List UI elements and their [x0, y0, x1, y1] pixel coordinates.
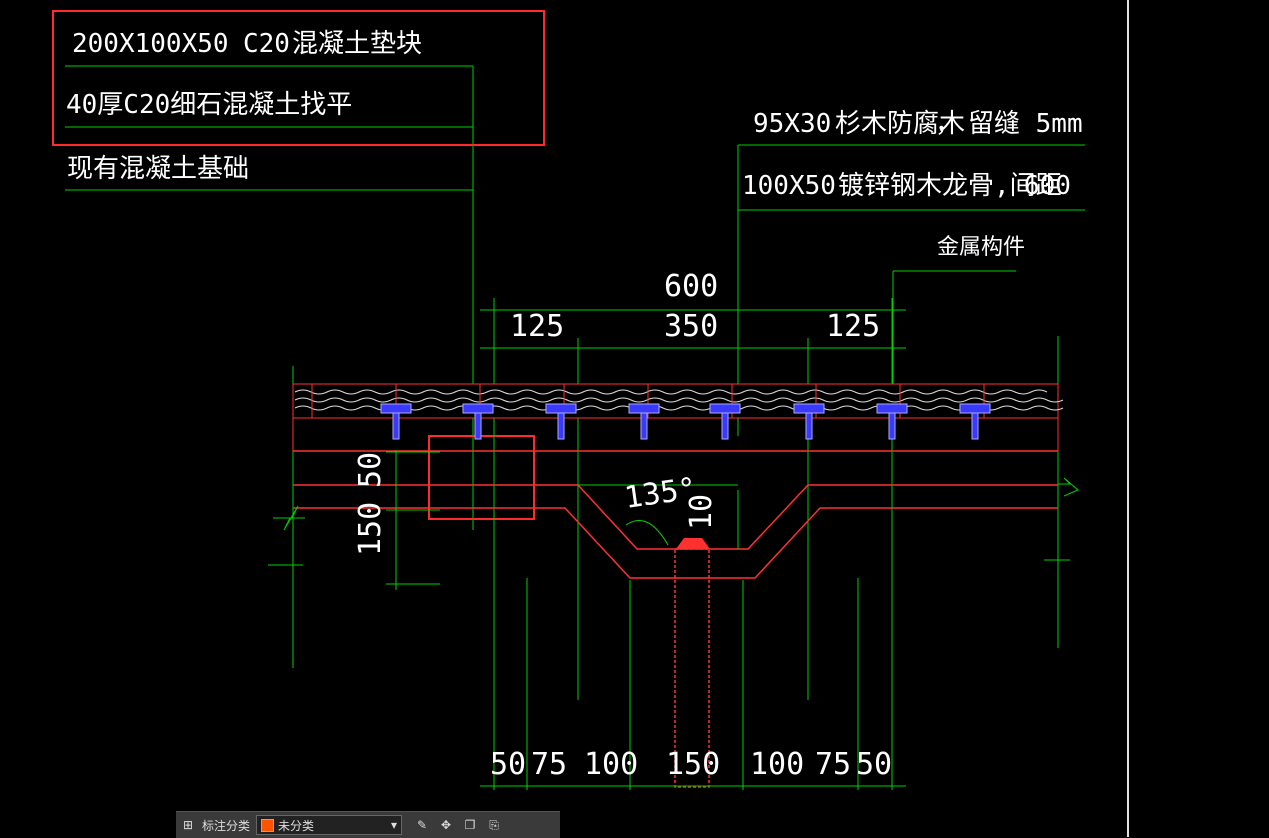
edit-icon[interactable]: ✎	[410, 813, 434, 837]
fitting-text: 金属构件	[937, 235, 1025, 260]
dim-top-right-text: 125	[826, 309, 880, 344]
category-select[interactable]: 未分类 ▾	[256, 815, 403, 835]
copy-icon[interactable]: ❐	[458, 813, 482, 837]
toolbar-label: 标注分类	[202, 818, 251, 833]
pad-size-text: 200X100X50	[72, 29, 229, 59]
dim-bottom-3-text: 100	[584, 747, 638, 782]
dim-bottom-5-text: 100	[750, 747, 804, 782]
cad-drawing-canvas[interactable]: 200X100X50 C20 混凝土垫块 40厚C20细石混凝土找平 现有混凝土…	[0, 0, 1269, 837]
foundation-text: 现有混凝土基础	[67, 154, 249, 184]
dim-bottom-2-text: 75	[531, 747, 567, 782]
dim-left-150-text: 150	[353, 502, 388, 556]
dim-bottom-6-text: 75	[815, 747, 851, 782]
decking-size-text: 95X30	[753, 109, 831, 139]
chevron-down-icon: ▾	[390, 818, 398, 832]
joist-layer	[292, 417, 1059, 452]
dim-left-50-text: 50	[353, 452, 388, 488]
joist-spacing-text: 600	[1024, 171, 1071, 201]
category-select-value: 未分类	[278, 818, 315, 833]
viewport-right-border	[1127, 0, 1129, 837]
selected-pad-highlight-box[interactable]	[428, 435, 535, 520]
dim-bottom-1-text: 50	[490, 747, 526, 782]
left-annotation-leaders	[65, 65, 474, 530]
dim-total-text: 600	[664, 269, 718, 304]
annotation-toolbar: ⊞ 标注分类 未分类 ▾ ✎ ✥ ❐ ⎘	[176, 811, 560, 838]
annotation-joist: 100X50 镀锌钢木龙骨,间距 600	[742, 171, 1071, 201]
annotation-decking: 95X30 杉木防腐木 ， 留缝 5mm	[753, 109, 1083, 139]
pad-grade-text: C20	[243, 29, 290, 59]
drain-cap	[676, 538, 710, 549]
decking-sep-text: ，	[935, 109, 961, 139]
pad-name-text: 混凝土垫块	[292, 29, 422, 59]
grid-icon[interactable]: ⊞	[176, 813, 200, 837]
dim-small-text: 10	[684, 494, 719, 530]
dim-top-mid-text: 350	[664, 309, 718, 344]
annotation-pad: 200X100X50 C20 混凝土垫块	[72, 29, 422, 59]
joist-size-text: 100X50	[742, 171, 836, 201]
dim-top-left-text: 125	[510, 309, 564, 344]
dim-bottom-4-text: 150	[666, 747, 720, 782]
paste-icon[interactable]: ⎘	[482, 813, 506, 837]
decking-gap-text: 留缝 5mm	[968, 109, 1083, 139]
move-icon[interactable]: ✥	[434, 813, 458, 837]
color-swatch	[261, 818, 275, 832]
screed-text: 40厚C20细石混凝土找平	[66, 90, 352, 120]
dim-bottom-7-text: 50	[856, 747, 892, 782]
